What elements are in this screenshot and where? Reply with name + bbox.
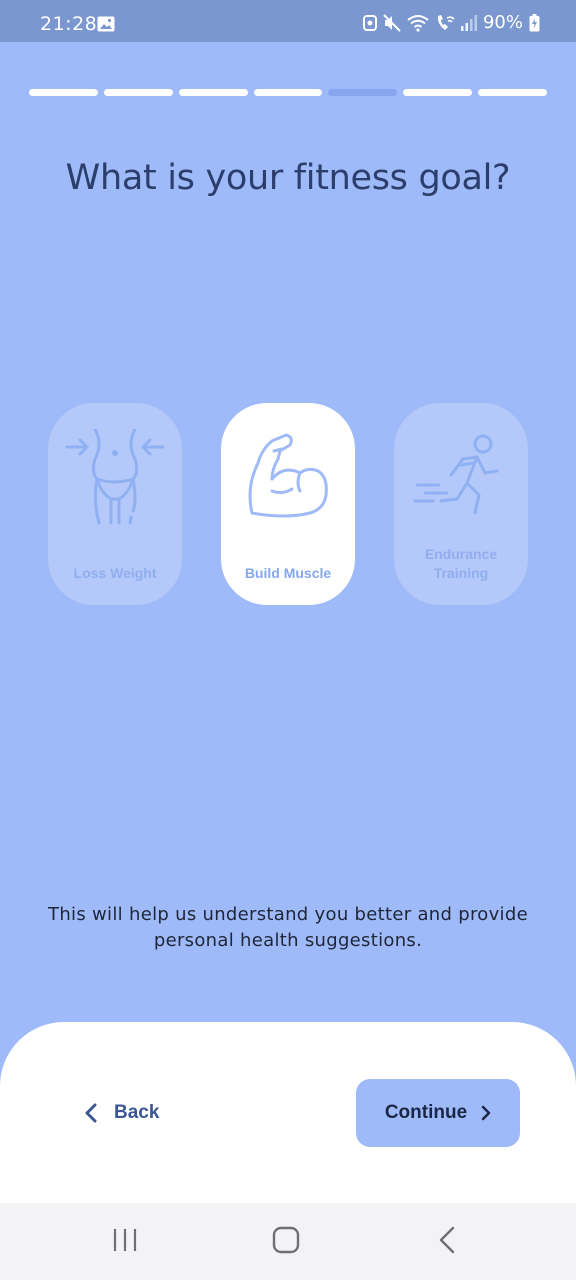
status-bar: 21:28 90% [0,0,576,42]
progress-step [178,89,248,96]
flexed-bicep-icon [248,433,328,518]
running-person-icon [413,434,499,515]
helper-text: This will help us understand you better … [0,902,576,954]
page-title: What is your fitness goal? [65,158,511,198]
helper-text-line2: personal health suggestions. [153,930,423,951]
back-nav-icon[interactable] [436,1225,458,1255]
signal-icon [460,14,477,31]
option-label: Build Muscle [244,565,332,581]
back-button-label: Back [114,1102,160,1123]
chevron-left-icon [85,1103,97,1123]
option-loss-weight[interactable]: Loss Weight [48,403,182,605]
continue-button-label: Continue [384,1102,468,1123]
goal-options: Loss Weight Build Muscle Endurance Train… [48,403,528,605]
mute-icon [383,13,401,32]
progress-step [29,89,98,96]
image-icon [97,16,115,32]
status-icons: 90% [362,12,540,33]
option-endurance-training[interactable]: Endurance Training [394,403,528,605]
progress-step [478,89,548,96]
recent-apps-icon[interactable] [112,1225,138,1255]
system-nav-bar [0,1203,576,1280]
progress-step-current [328,89,398,96]
helper-text-line1: This will help us understand you better … [48,904,528,925]
option-build-muscle[interactable]: Build Muscle [221,403,355,605]
progress-step [253,89,323,96]
wifi-icon [407,14,429,32]
option-label: Loss Weight [73,565,157,581]
back-button[interactable]: Back [84,1090,159,1136]
wifi-calling-icon [437,14,455,30]
onboarding-progress [29,89,548,97]
home-icon[interactable] [271,1225,301,1255]
app-notification-icon [362,14,377,31]
continue-button[interactable]: Continue [356,1079,520,1147]
waist-icon [65,429,165,525]
option-label-line2: Training [433,565,489,581]
chevron-right-icon [481,1105,491,1121]
battery-charging-icon [529,13,540,31]
option-label-line1: Endurance [424,546,498,562]
battery-percent: 90% [482,12,523,33]
status-time: 21:28 [40,13,98,35]
progress-step [103,89,173,96]
progress-step [403,89,473,96]
